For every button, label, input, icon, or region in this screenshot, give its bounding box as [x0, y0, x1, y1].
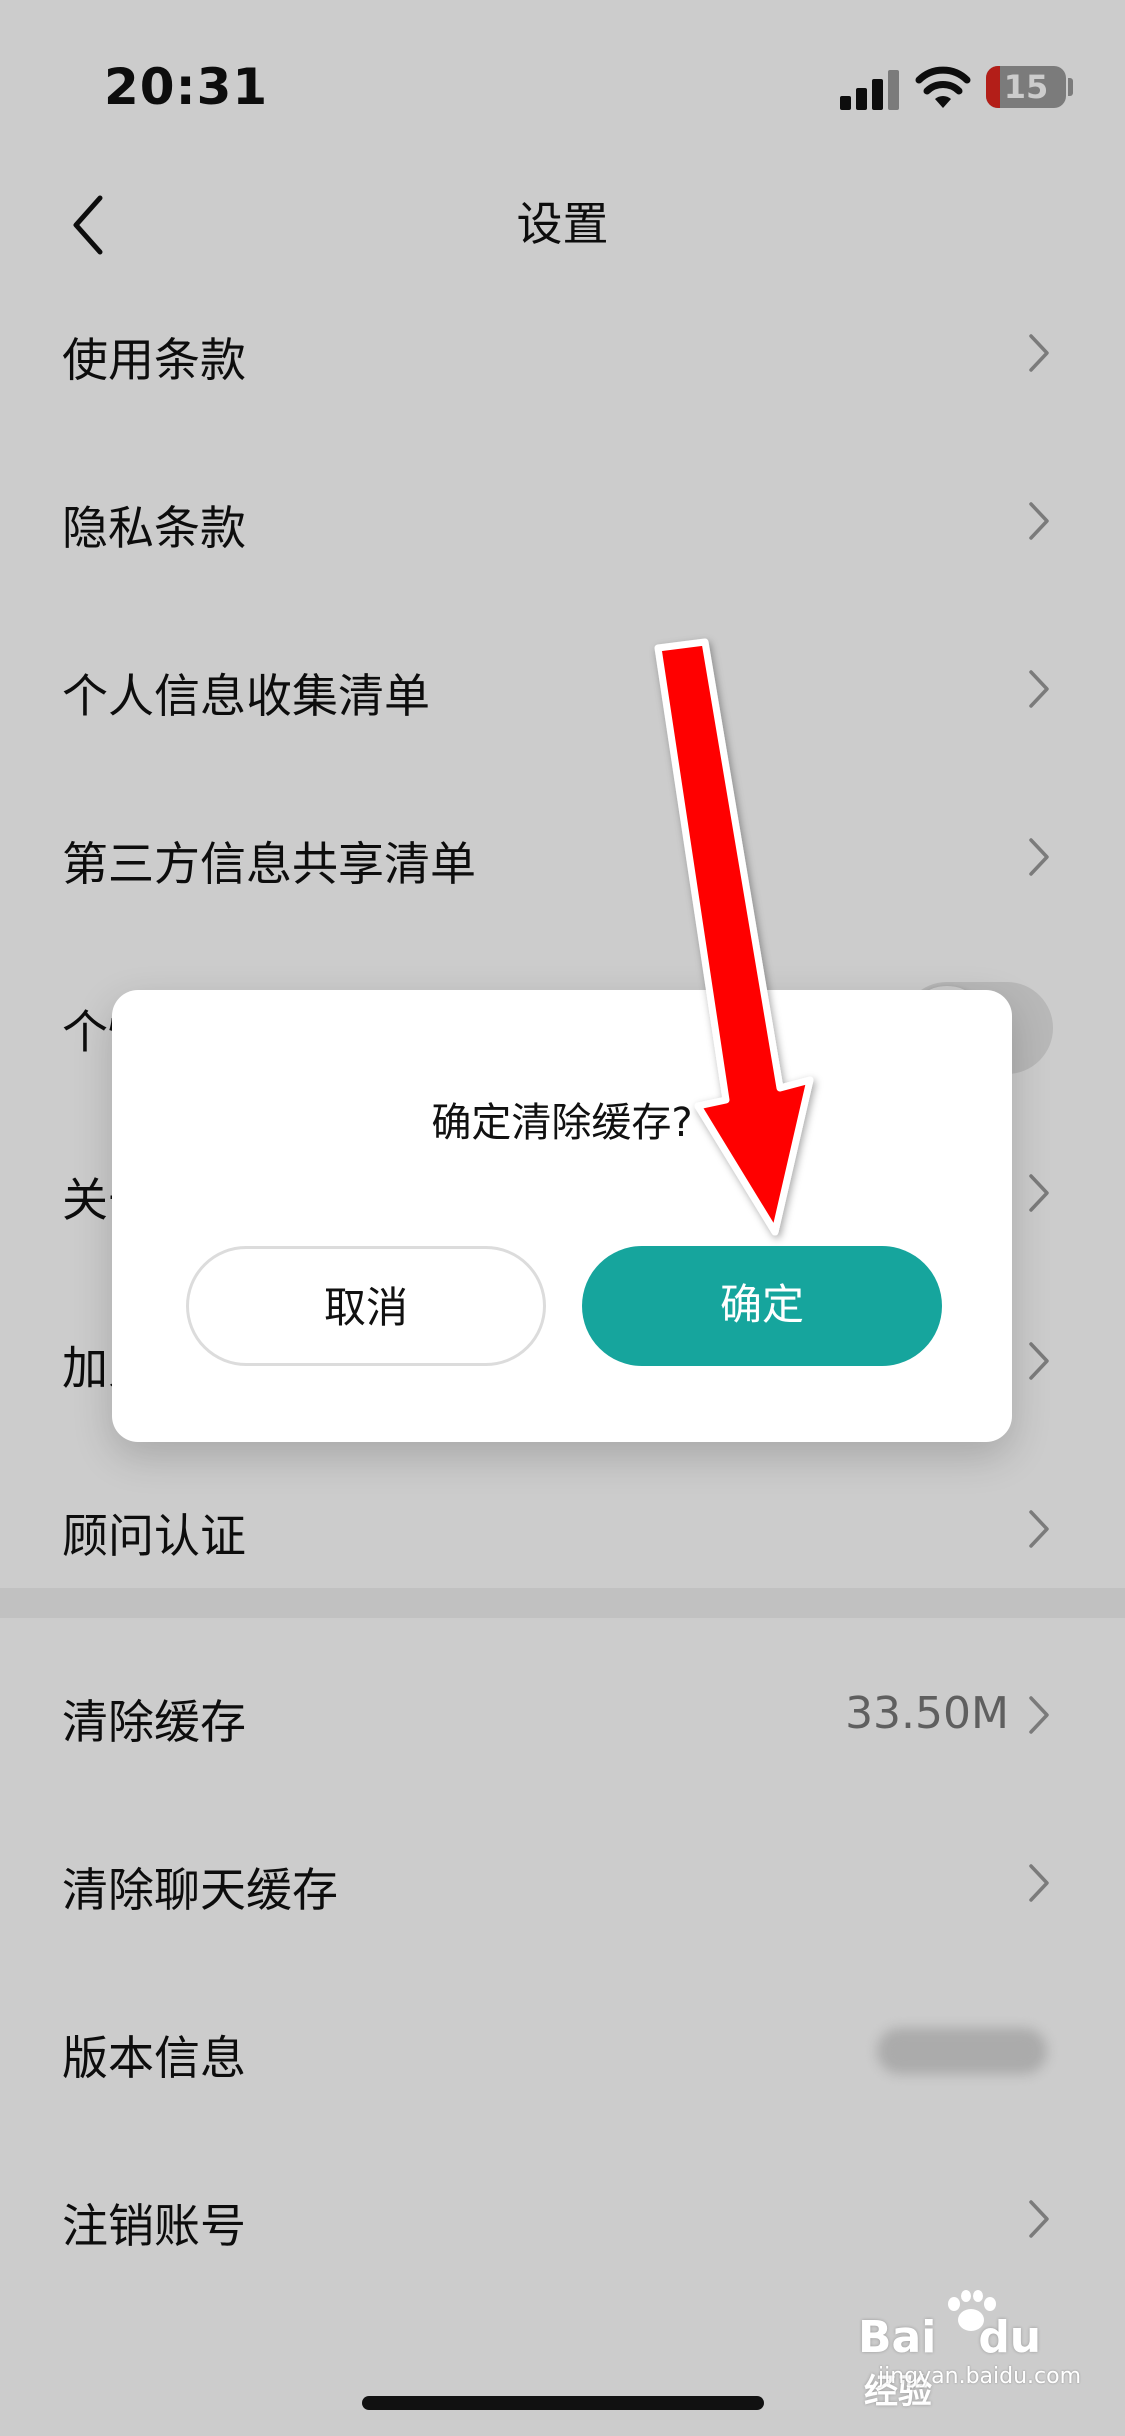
red-arrow-annotation [654, 638, 814, 1236]
cancel-button[interactable]: 取消 [186, 1246, 546, 1366]
baidu-jingyan-watermark: Bai du经验 jingyan.baidu.com [858, 2290, 1081, 2412]
clear-cache-confirm-dialog: 确定清除缓存? 取消 确定 [112, 990, 1012, 1442]
dialog-message: 确定清除缓存? [431, 1100, 693, 1146]
baidu-paw-icon [948, 2290, 996, 2331]
watermark-site: jingyan.baidu.com [878, 2364, 1082, 2389]
home-indicator[interactable] [362, 2396, 764, 2410]
confirm-button[interactable]: 确定 [582, 1246, 942, 1366]
